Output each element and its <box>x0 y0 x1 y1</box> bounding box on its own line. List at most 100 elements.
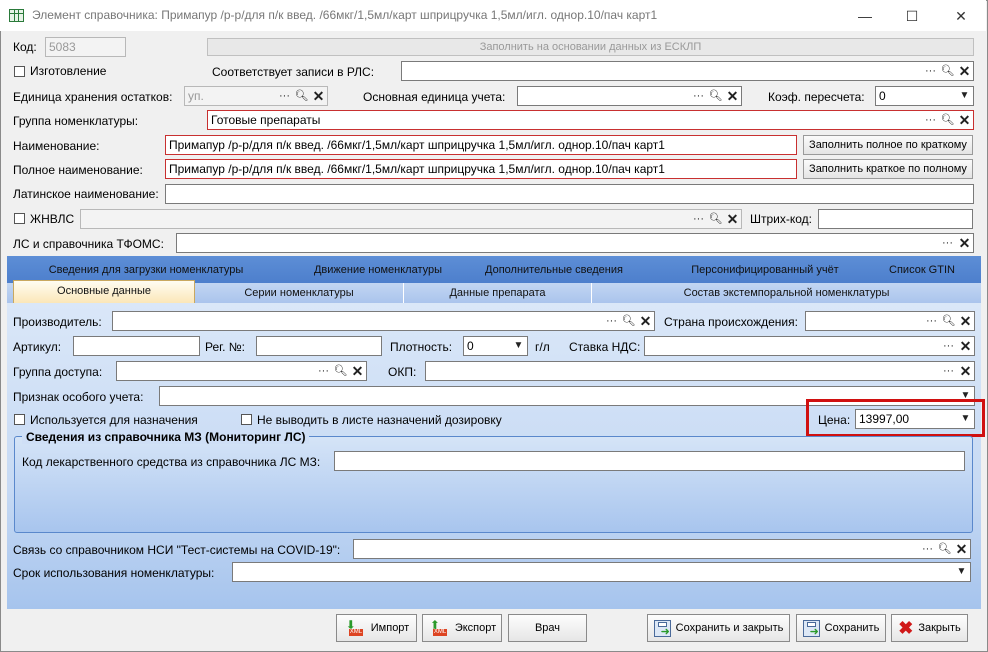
clear-icon[interactable]: ✕ <box>637 312 654 330</box>
ellipsis-icon[interactable]: ··· <box>276 87 293 105</box>
ellipsis-icon[interactable]: ··· <box>939 234 956 252</box>
clear-icon[interactable]: ✕ <box>724 87 741 105</box>
rls-label: Соответствует записи в РЛС: <box>212 65 375 79</box>
minimize-button[interactable]: — <box>842 2 888 30</box>
special-label: Признак особого учета: <box>13 390 144 404</box>
tab-load-info[interactable]: Сведения для загрузки номенклатуры <box>7 262 285 278</box>
ellipsis-icon[interactable]: ··· <box>923 312 940 330</box>
search-icon[interactable]: 🔍︎ <box>620 312 637 330</box>
chevron-down-icon[interactable]: ▼ <box>953 563 970 581</box>
article-label: Артикул: <box>13 340 62 354</box>
close-window-button[interactable]: ✕ <box>938 2 984 30</box>
search-icon[interactable]: 🔍︎ <box>332 362 349 380</box>
rls-field[interactable]: ··· 🔍︎ ✕ <box>401 61 974 81</box>
save-close-button[interactable]: ➜ Сохранить и закрыть <box>647 614 790 642</box>
country-field[interactable]: ··· 🔍︎ ✕ <box>805 311 975 331</box>
article-field[interactable] <box>73 336 200 356</box>
ellipsis-icon[interactable]: ··· <box>690 210 707 228</box>
ellipsis-icon[interactable]: ··· <box>922 111 939 129</box>
search-icon[interactable]: 🔍︎ <box>936 540 953 558</box>
ellipsis-icon[interactable]: ··· <box>919 540 936 558</box>
save-button[interactable]: ➜ Сохранить <box>796 614 886 642</box>
fill-esklp-button[interactable]: Заполнить на основании данных из ЕСКЛП <box>207 38 974 56</box>
full-name-field[interactable]: Примапур /р-р/для п/к введ. /66мкг/1,5мл… <box>165 159 797 179</box>
red-cross-icon: ✖ <box>898 618 914 639</box>
clear-icon[interactable]: ✕ <box>349 362 366 380</box>
export-button[interactable]: ⬆ XML Экспорт <box>422 614 502 642</box>
storage-unit-field[interactable]: уп. ··· 🔍︎ ✕ <box>184 86 328 106</box>
search-icon[interactable]: 🔍︎ <box>707 87 724 105</box>
ellipsis-icon[interactable]: ··· <box>940 337 957 355</box>
tab-drug-data[interactable]: Данные препарата <box>404 283 592 304</box>
zhnvls-checkbox[interactable] <box>14 213 25 224</box>
doctor-button[interactable]: Врач <box>508 614 587 642</box>
manufacture-checkbox[interactable] <box>14 66 25 77</box>
coef-select[interactable]: 0 ▼ <box>875 86 974 106</box>
access-field[interactable]: ··· 🔍︎ ✕ <box>116 361 367 381</box>
code-label: Код: <box>13 40 37 54</box>
tab-row-bottom: Основные данные Серии номенклатуры Данны… <box>7 280 981 304</box>
no-dose-checkbox[interactable] <box>241 414 252 425</box>
latin-field[interactable] <box>165 184 974 204</box>
tab-extemporal[interactable]: Состав экстемпоральной номенклатуры <box>592 283 981 304</box>
storage-unit-label: Единица хранения остатков: <box>13 90 173 104</box>
search-icon[interactable]: 🔍︎ <box>940 312 957 330</box>
ellipsis-icon[interactable]: ··· <box>315 362 332 380</box>
chevron-down-icon[interactable]: ▼ <box>510 337 527 355</box>
search-icon[interactable]: 🔍︎ <box>707 210 724 228</box>
used-for-checkbox[interactable] <box>14 414 25 425</box>
clear-icon[interactable]: ✕ <box>956 62 973 80</box>
search-icon[interactable]: 🔍︎ <box>939 111 956 129</box>
ellipsis-icon[interactable]: ··· <box>940 362 957 380</box>
chevron-down-icon[interactable]: ▼ <box>956 87 973 105</box>
clear-icon[interactable]: ✕ <box>957 362 974 380</box>
fill-full-button[interactable]: Заполнить полное по краткому <box>803 135 973 155</box>
clear-icon[interactable]: ✕ <box>724 210 741 228</box>
tab-main-data[interactable]: Основные данные <box>13 280 195 304</box>
vat-field[interactable]: ··· ✕ <box>644 336 975 356</box>
tab-additional[interactable]: Дополнительные сведения <box>471 262 637 278</box>
fill-short-button[interactable]: Заполнить краткое по полному <box>803 159 973 179</box>
reg-field[interactable] <box>256 336 382 356</box>
search-icon[interactable]: 🔍︎ <box>293 87 310 105</box>
tab-series[interactable]: Серии номенклатуры <box>195 283 404 304</box>
barcode-field[interactable] <box>818 209 973 229</box>
ellipsis-icon[interactable]: ··· <box>922 62 939 80</box>
zhnvls-field[interactable]: ··· 🔍︎ ✕ <box>80 209 742 229</box>
okp-field[interactable]: ··· ✕ <box>425 361 975 381</box>
ellipsis-icon[interactable]: ··· <box>603 312 620 330</box>
nsi-field[interactable]: ··· 🔍︎ ✕ <box>353 539 971 559</box>
main-unit-field[interactable]: ··· 🔍︎ ✕ <box>517 86 742 106</box>
clear-icon[interactable]: ✕ <box>310 87 327 105</box>
term-label: Срок использования номенклатуры: <box>13 566 215 580</box>
tab-personified[interactable]: Персонифицированный учёт <box>637 262 893 278</box>
clear-icon[interactable]: ✕ <box>956 111 973 129</box>
tfoms-field[interactable]: ··· ✕ <box>176 233 974 253</box>
name-field[interactable]: Примапур /р-р/для п/к введ. /66мкг/1,5мл… <box>165 135 797 155</box>
maximize-button[interactable]: ☐ <box>889 2 935 30</box>
okp-label: ОКП: <box>388 365 417 379</box>
tab-gtin[interactable]: Список GTIN <box>863 262 981 278</box>
used-for-label: Используется для назначения <box>30 413 198 427</box>
latin-label: Латинское наименование: <box>13 187 159 201</box>
code-field[interactable]: 5083 <box>45 37 126 57</box>
clear-icon[interactable]: ✕ <box>957 312 974 330</box>
group-field[interactable]: Готовые препараты ··· 🔍︎ ✕ <box>207 110 974 130</box>
search-icon[interactable]: 🔍︎ <box>939 62 956 80</box>
ellipsis-icon[interactable]: ··· <box>690 87 707 105</box>
mz-code-field[interactable] <box>334 451 965 471</box>
title-bar: Элемент справочника: Примапур /р-р/для п… <box>0 0 986 31</box>
import-button[interactable]: ⬇ XML Импорт <box>336 614 417 642</box>
density-select[interactable]: 0 ▼ <box>463 336 528 356</box>
clear-icon[interactable]: ✕ <box>953 540 970 558</box>
clear-icon[interactable]: ✕ <box>956 234 973 252</box>
manufacture-label: Изготовление <box>30 64 107 78</box>
tab-movement[interactable]: Движение номенклатуры <box>285 262 471 278</box>
access-label: Группа доступа: <box>13 365 103 379</box>
coef-label: Коэф. пересчета: <box>768 90 865 104</box>
xml-export-icon: ⬆ XML <box>429 618 448 637</box>
term-select[interactable]: ▼ <box>232 562 971 582</box>
producer-field[interactable]: ··· 🔍︎ ✕ <box>112 311 655 331</box>
clear-icon[interactable]: ✕ <box>957 337 974 355</box>
close-button[interactable]: ✖ Закрыть <box>891 614 968 642</box>
